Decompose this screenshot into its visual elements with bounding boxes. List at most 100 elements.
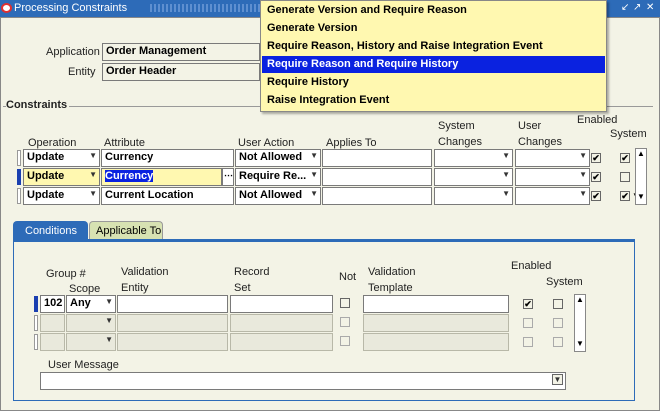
user-action-field[interactable]: Not Allowed ▼: [235, 149, 321, 167]
scroll-up-icon[interactable]: ▲: [636, 149, 646, 161]
validation-template-field[interactable]: [363, 295, 509, 313]
attribute-field[interactable]: Currency: [101, 168, 222, 186]
chevron-down-icon[interactable]: ▼: [579, 189, 587, 198]
user-changes-field[interactable]: ▼: [515, 187, 590, 205]
not-checkbox[interactable]: [340, 336, 350, 346]
enabled-checkbox[interactable]: [523, 318, 533, 328]
tab-conditions[interactable]: Conditions: [13, 221, 88, 241]
user-action-field[interactable]: Require Re... ▼: [235, 168, 321, 186]
application-label: Application: [46, 46, 100, 58]
dropdown-option[interactable]: Require Reason, History and Raise Integr…: [262, 38, 605, 55]
row-marker[interactable]: [34, 315, 38, 331]
chevron-down-icon[interactable]: ▼: [502, 170, 510, 179]
not-checkbox[interactable]: [340, 317, 350, 327]
system-checkbox[interactable]: [620, 172, 630, 182]
enabled-checkbox[interactable]: [591, 153, 601, 163]
chevron-down-icon[interactable]: ▼: [89, 170, 97, 179]
conditions-scrollbar[interactable]: ▲ ▼: [574, 294, 586, 352]
col-enabled: Enabled: [577, 114, 618, 126]
row-marker[interactable]: [34, 334, 38, 350]
operation-value: Update: [27, 170, 65, 182]
system-changes-field[interactable]: ▼: [434, 168, 513, 186]
user-message-field[interactable]: ▼: [40, 372, 566, 390]
user-changes-field[interactable]: ▼: [515, 149, 590, 167]
scroll-up-icon[interactable]: ▲: [575, 295, 585, 307]
dropdown-option[interactable]: Require History: [262, 74, 605, 91]
system-checkbox[interactable]: [620, 153, 630, 163]
user-changes-field[interactable]: ▼: [515, 168, 590, 186]
not-checkbox[interactable]: [340, 298, 350, 308]
validation-entity-field[interactable]: [117, 295, 228, 313]
system-changes-field[interactable]: ▼: [434, 149, 513, 167]
system-checkbox[interactable]: [620, 191, 630, 201]
validation-template-field[interactable]: [363, 314, 509, 332]
scope-field[interactable]: ▼: [66, 333, 116, 351]
minimize-icon[interactable]: ↙: [621, 2, 629, 13]
chevron-down-icon[interactable]: ▼: [105, 316, 113, 325]
chevron-down-icon[interactable]: ▼: [89, 151, 97, 160]
chevron-down-icon[interactable]: ▼: [89, 189, 97, 198]
chevron-down-icon[interactable]: ▼: [502, 151, 510, 160]
operation-field[interactable]: Update ▼: [23, 149, 100, 167]
scope-field[interactable]: Any ▼: [66, 295, 116, 313]
row-marker[interactable]: [17, 169, 21, 185]
user-action-field[interactable]: Not Allowed ▼: [235, 187, 321, 205]
validation-entity-field[interactable]: [117, 314, 228, 332]
attribute-field[interactable]: Current Location: [101, 187, 234, 205]
col-system: System: [546, 276, 583, 288]
chevron-down-icon[interactable]: ▼: [579, 170, 587, 179]
row-marker[interactable]: [17, 150, 21, 166]
record-set-field[interactable]: [230, 314, 333, 332]
system-checkbox[interactable]: [553, 318, 563, 328]
applies-to-field[interactable]: [322, 187, 432, 205]
chevron-down-icon[interactable]: ▼: [552, 374, 563, 385]
user-action-value: Not Allowed: [239, 151, 303, 163]
operation-field[interactable]: Update ▼: [23, 187, 100, 205]
scroll-down-icon[interactable]: ▼: [636, 192, 646, 204]
attribute-field[interactable]: Currency: [101, 149, 234, 167]
scope-field[interactable]: ▼: [66, 314, 116, 332]
enabled-checkbox[interactable]: [523, 299, 533, 309]
validation-template-field[interactable]: [363, 333, 509, 351]
constraints-section-label: Constraints: [6, 99, 70, 111]
maximize-icon[interactable]: ↗: [633, 2, 641, 13]
dropdown-option[interactable]: Generate Version and Require Reason: [262, 2, 605, 19]
record-set-field[interactable]: [230, 295, 333, 313]
user-action-dropdown-list[interactable]: Generate Version and Require Reason Gene…: [260, 0, 607, 112]
lov-button[interactable]: ⋯: [222, 168, 234, 186]
chevron-down-icon[interactable]: ▼: [310, 189, 318, 198]
enabled-checkbox[interactable]: [523, 337, 533, 347]
close-icon[interactable]: ✕: [646, 2, 654, 13]
validation-entity-field[interactable]: [117, 333, 228, 351]
enabled-checkbox[interactable]: [591, 191, 601, 201]
applies-to-field[interactable]: [322, 168, 432, 186]
chevron-down-icon[interactable]: ▼: [105, 335, 113, 344]
operation-field[interactable]: Update ▼: [23, 168, 100, 186]
scroll-down-icon[interactable]: ▼: [575, 339, 585, 351]
row-marker[interactable]: [17, 188, 21, 204]
constraints-scrollbar[interactable]: ▲ ▼: [635, 148, 647, 205]
group-field[interactable]: 102: [40, 295, 65, 313]
chevron-down-icon[interactable]: ▼: [310, 170, 318, 179]
chevron-down-icon[interactable]: ▼: [579, 151, 587, 160]
col-enabled: Enabled: [511, 260, 552, 272]
group-field[interactable]: [40, 314, 65, 332]
chevron-down-icon[interactable]: ▼: [310, 151, 318, 160]
dropdown-option[interactable]: Generate Version: [262, 20, 605, 37]
applies-to-field[interactable]: [322, 149, 432, 167]
application-field[interactable]: Order Management: [102, 43, 260, 61]
chevron-down-icon[interactable]: ▼: [105, 297, 113, 306]
dropdown-option-selected[interactable]: Require Reason and Require History: [262, 56, 605, 73]
col-validation-entity-2: Entity: [121, 282, 149, 294]
enabled-checkbox[interactable]: [591, 172, 601, 182]
system-changes-field[interactable]: ▼: [434, 187, 513, 205]
group-field[interactable]: [40, 333, 65, 351]
row-marker[interactable]: [34, 296, 38, 312]
system-checkbox[interactable]: [553, 299, 563, 309]
tab-applicable-to[interactable]: Applicable To: [89, 221, 163, 241]
chevron-down-icon[interactable]: ▼: [502, 189, 510, 198]
system-checkbox[interactable]: [553, 337, 563, 347]
record-set-field[interactable]: [230, 333, 333, 351]
dropdown-option[interactable]: Raise Integration Event: [262, 92, 605, 109]
entity-field[interactable]: Order Header: [102, 63, 260, 81]
